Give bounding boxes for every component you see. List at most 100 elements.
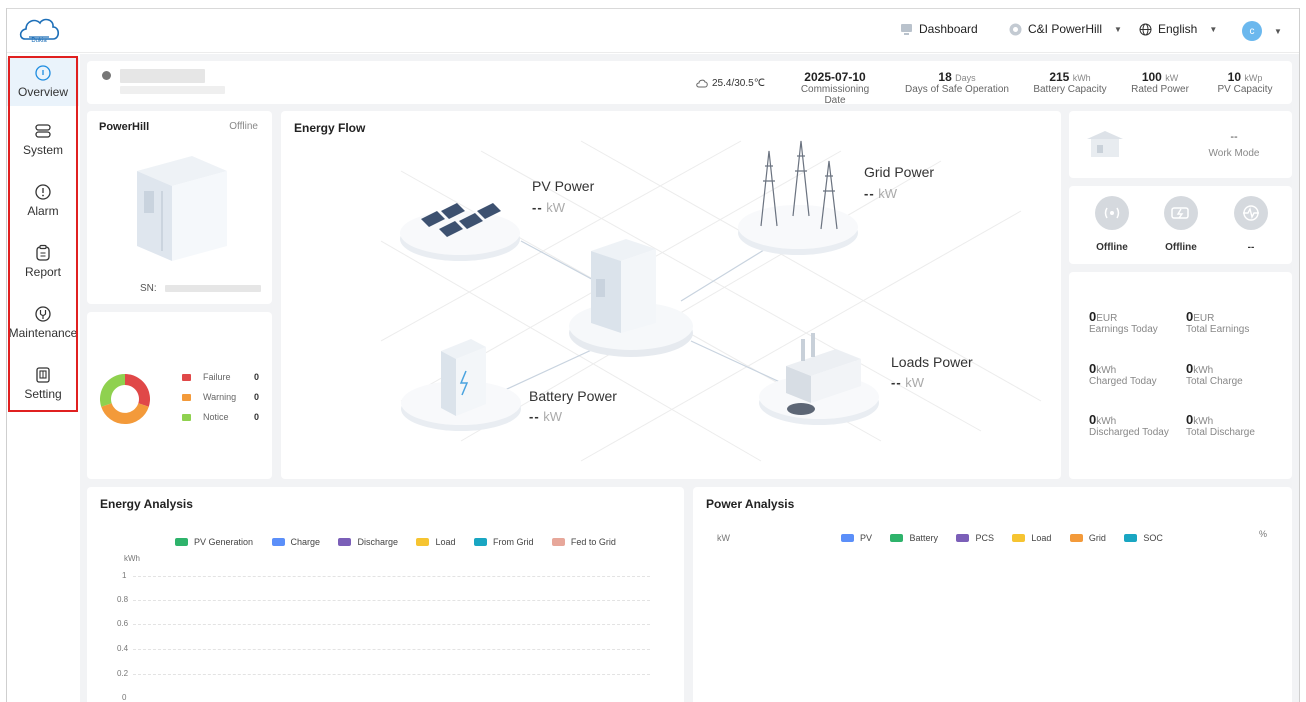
- gridline: [133, 674, 650, 675]
- device-title: PowerHill: [99, 121, 150, 133]
- language-selector[interactable]: English ▼: [1139, 22, 1217, 36]
- house-icon: [1087, 131, 1123, 157]
- y-axis-unit-right: %: [1259, 529, 1268, 539]
- power-analysis-legend: PV Battery PCS Load Grid SOC: [841, 529, 1177, 547]
- legend-pv-generation[interactable]: PV Generation: [175, 537, 253, 547]
- legend-fed-to-grid[interactable]: Fed to Grid: [551, 537, 616, 547]
- warning-swatch: [182, 393, 191, 401]
- pv-capacity-info: 10 kWp PV Capacity: [1205, 70, 1285, 95]
- user-menu[interactable]: c ▼: [1242, 21, 1282, 41]
- battery-capacity-info: 215 kWh Battery Capacity: [1030, 70, 1110, 95]
- center-cabinet-platform: [569, 239, 693, 357]
- avatar[interactable]: c: [1242, 21, 1262, 41]
- failure-swatch: [182, 373, 191, 381]
- globe-icon: [1139, 23, 1152, 35]
- grid-power-value: -- kW: [864, 186, 898, 201]
- site-name-redacted: [120, 69, 205, 83]
- alarm-legend-failure: Failure 0: [182, 372, 267, 382]
- weather-value: 25.4/30.5℃: [712, 78, 765, 89]
- status-card: Offline Offline --: [1069, 186, 1292, 264]
- site-selector[interactable]: C&I PowerHill ▼: [1009, 22, 1122, 36]
- pv-power-value: -- kW: [532, 200, 566, 215]
- failure-label: Failure: [203, 372, 231, 382]
- site-label: C&I PowerHill: [1028, 22, 1103, 36]
- cloud-icon: [696, 79, 708, 87]
- rated-power-unit: kW: [1165, 73, 1179, 83]
- y-tick-label: 0.2: [117, 669, 129, 678]
- gridline: [133, 624, 650, 625]
- donut-segment-warning: [101, 403, 149, 425]
- monitor-icon: [901, 23, 912, 35]
- donut-segment-failure: [125, 374, 151, 407]
- work-mode-label: Work Mode: [1208, 148, 1260, 159]
- rated-power-value: 100: [1141, 70, 1162, 84]
- device-status: Offline: [229, 121, 258, 132]
- battery-capacity-value: 215: [1049, 70, 1070, 84]
- weather: 25.4/30.5℃: [696, 78, 765, 89]
- legend-pcs[interactable]: PCS: [956, 533, 994, 543]
- sidebar: Overview System Alarm Report Maintenance…: [7, 54, 79, 702]
- cabinet-image: [137, 156, 227, 261]
- svg-text:Dukia: Dukia: [31, 38, 47, 44]
- alarm-donut-chart: [99, 374, 151, 425]
- site-info-bar: 25.4/30.5℃ 2025-07-10 Commissioning Date…: [87, 61, 1292, 106]
- gridline: [133, 576, 650, 577]
- legend-grid[interactable]: Grid: [1069, 533, 1106, 543]
- safe-days-info: 18 Days Days of Safe Operation: [901, 70, 1013, 95]
- top-header: Dukia Dashboard C&I PowerHill ▼ English …: [7, 9, 1299, 53]
- heartbeat-icon: [1234, 196, 1268, 230]
- sn-value-redacted: [165, 285, 261, 292]
- grid-platform: [738, 140, 858, 255]
- total-discharge-stat: 0kWh Total Discharge: [1186, 412, 1255, 438]
- pv-platform: [400, 203, 520, 261]
- legend-battery[interactable]: Battery: [890, 533, 938, 543]
- legend-from-grid[interactable]: From Grid: [473, 537, 533, 547]
- logo-icon[interactable]: Dukia: [17, 13, 61, 49]
- energy-analysis-legend: PV Generation Charge Discharge Load From…: [175, 533, 630, 551]
- notice-swatch: [182, 413, 191, 421]
- legend-discharge[interactable]: Discharge: [338, 537, 398, 547]
- total-earnings-stat: 0EUR Total Earnings: [1186, 309, 1250, 335]
- charged-today-stat: 0kWh Charged Today: [1089, 361, 1157, 387]
- legend-load[interactable]: Load: [1012, 533, 1051, 543]
- chevron-down-icon: ▼: [1274, 26, 1282, 36]
- battery-power-value: -- kW: [529, 409, 563, 424]
- legend-soc[interactable]: SOC: [1124, 533, 1163, 543]
- device-card: PowerHill Offline SN:: [87, 111, 272, 304]
- pv-capacity-unit: kWp: [1244, 73, 1263, 83]
- dashboard-label: Dashboard: [919, 22, 978, 36]
- energy-analysis-title: Energy Analysis: [100, 497, 193, 511]
- language-label: English: [1158, 22, 1198, 36]
- earnings-today-stat: 0EUR Earnings Today: [1089, 309, 1158, 335]
- safe-days-unit: Days: [955, 73, 976, 83]
- failure-count: 0: [254, 372, 260, 382]
- pv-capacity-value: 10: [1227, 70, 1241, 84]
- work-mode-value: --: [1230, 131, 1238, 143]
- y-tick-label: 0.4: [117, 644, 129, 653]
- gridline: [133, 600, 650, 601]
- legend-load[interactable]: Load: [416, 537, 456, 547]
- gridline: [133, 649, 650, 650]
- site-icon: [1009, 23, 1022, 35]
- legend-charge[interactable]: Charge: [271, 537, 320, 547]
- safe-days-value: 18: [938, 70, 952, 84]
- dashboard-link[interactable]: Dashboard: [900, 22, 978, 36]
- y-tick-label: 1: [122, 571, 127, 580]
- notice-count: 0: [254, 412, 260, 422]
- y-axis-unit: kWh: [124, 554, 140, 563]
- commissioning-label: Commissioning Date: [800, 84, 870, 106]
- status-label-signal: Offline: [1096, 242, 1128, 253]
- stats-card: 0EUR Earnings Today 0EUR Total Earnings …: [1069, 272, 1292, 479]
- battery-capacity-unit: kWh: [1072, 73, 1091, 83]
- status-label-heartbeat: --: [1247, 242, 1255, 253]
- signal-icon: [1095, 196, 1129, 230]
- site-address-redacted: [120, 86, 225, 94]
- alarm-legend-warning: Warning 0: [182, 392, 267, 402]
- grid-power-label: Grid Power: [864, 164, 935, 180]
- pv-power-label: PV Power: [532, 178, 595, 194]
- legend-pv[interactable]: PV: [841, 533, 872, 543]
- warning-label: Warning: [203, 392, 237, 402]
- warning-count: 0: [254, 392, 260, 402]
- alarm-legend-notice: Notice 0: [182, 412, 267, 422]
- power-analysis-card: Power Analysis kW % PV Battery PCS Load …: [693, 487, 1292, 702]
